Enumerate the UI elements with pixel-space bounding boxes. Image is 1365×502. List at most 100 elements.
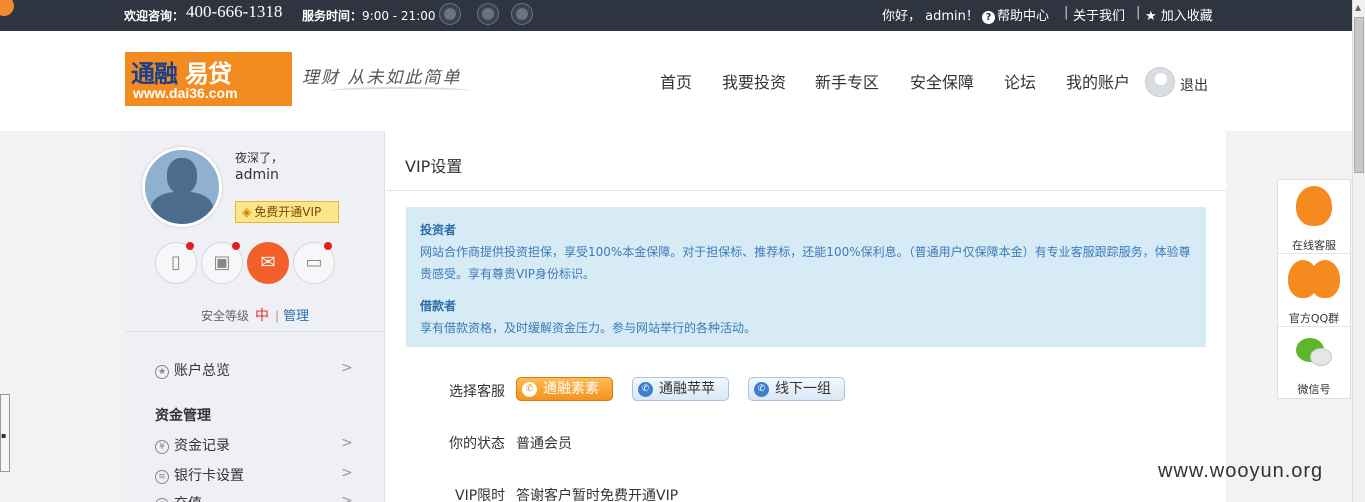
phone-icon: ✆ bbox=[522, 382, 537, 397]
watermark: www.wooyun.org bbox=[1158, 460, 1324, 482]
bookmark-link[interactable]: ★ 加入收藏 bbox=[1145, 5, 1213, 24]
site-logo[interactable]: 通融 易贷 www.dai36.com bbox=[125, 52, 292, 106]
service-option-label: 通融素素 bbox=[543, 381, 599, 397]
borrower-text: 享有借款资格，及时缓解资金压力。参与网站举行的各种活动。 bbox=[420, 321, 757, 335]
envelope-glyph: ✉ bbox=[260, 252, 276, 273]
sidebar-item-fund-records[interactable]: ¥ 资金记录 bbox=[155, 435, 230, 455]
borrower-heading: 借款者 bbox=[420, 299, 457, 313]
slogan-swoosh bbox=[330, 87, 470, 95]
corner-badge bbox=[0, 0, 14, 16]
star-icon: ★ bbox=[155, 365, 169, 379]
service-option-1[interactable]: ✆ 通融素素 bbox=[516, 377, 613, 401]
nav-my-account[interactable]: 我的账户 bbox=[1066, 69, 1130, 93]
sidebar-item-label: 账户总览 bbox=[174, 363, 230, 379]
chevron-right-icon: > bbox=[341, 435, 353, 451]
email-verify-icon[interactable]: ✉ bbox=[247, 242, 289, 284]
sidebar-item-label: 资金记录 bbox=[174, 438, 230, 454]
hotline-phone: 400-666-1318 bbox=[186, 2, 283, 21]
scroll-up-icon[interactable]: ▲ bbox=[1355, 3, 1361, 12]
nav-security[interactable]: 安全保障 bbox=[910, 69, 974, 93]
chevron-right-icon: > bbox=[341, 493, 353, 502]
vip-limit-value: 答谢客户暂时免费开通VIP bbox=[516, 488, 679, 502]
qq-group-icon-2[interactable] bbox=[1310, 260, 1340, 298]
service-select-label: 选择客服 bbox=[449, 384, 505, 400]
logo-text-part2: 易贷 bbox=[185, 60, 232, 88]
divider bbox=[1278, 253, 1350, 254]
page-scrollbar[interactable]: ▲ bbox=[1352, 0, 1365, 502]
nav-invest[interactable]: 我要投资 bbox=[722, 69, 786, 93]
question-icon: ? bbox=[982, 11, 995, 24]
vip-limit-label: VIP限时 bbox=[455, 488, 506, 502]
help-center-label: 帮助中心 bbox=[997, 9, 1050, 24]
wechat-link[interactable]: 微信号 bbox=[1278, 381, 1350, 397]
sidebar-section-funds: 资金管理 bbox=[155, 408, 211, 424]
account-sidebar: 夜深了， admin ◈ 免费开通VIP ▯ ▣ ✉ ▭ 安全等级中 | 管理 ★ 账户… bbox=[125, 131, 385, 502]
nav-home[interactable]: 首页 bbox=[660, 69, 692, 93]
tab-marker: ▪ bbox=[1, 431, 7, 440]
service-option-label: 线下一组 bbox=[775, 381, 831, 397]
investor-heading: 投资者 bbox=[420, 223, 457, 237]
top-bar: 欢迎咨询： 400-666-1318 服务时间：9:00 - 21:00 你好，… bbox=[0, 0, 1365, 31]
avatar[interactable] bbox=[142, 147, 222, 227]
card-icon: ≡ bbox=[155, 470, 169, 484]
sidebar-item-account-overview[interactable]: ★ 账户总览 bbox=[155, 360, 230, 380]
sidebar-item-label: 充值 bbox=[174, 496, 202, 502]
security-manage-link[interactable]: 管理 bbox=[283, 309, 309, 324]
service-hours-label: 服务时间： bbox=[302, 9, 363, 23]
user-avatar-icon[interactable] bbox=[1145, 67, 1175, 97]
chevron-right-icon: > bbox=[341, 465, 353, 481]
slogan: 理财 从未如此简单 bbox=[302, 68, 462, 88]
site-header: 通融 易贷 www.dai36.com 理财 从未如此简单 首页 我要投资 新手… bbox=[0, 31, 1352, 131]
help-center-link[interactable]: ? 帮助中心 bbox=[982, 5, 1049, 24]
separator: | bbox=[275, 309, 280, 323]
greeting: 夜深了， bbox=[235, 151, 284, 165]
vip-button-label: 免费开通VIP bbox=[254, 205, 322, 219]
service-hours: 服务时间：9:00 - 21:00 bbox=[302, 7, 436, 24]
phone-icon: ✆ bbox=[638, 382, 653, 397]
free-vip-button[interactable]: ◈ 免费开通VIP bbox=[235, 201, 339, 223]
logo-text-part1: 通融 bbox=[131, 60, 178, 88]
service-option-label: 通融苹苹 bbox=[659, 381, 715, 397]
service-hours-value: 9:00 - 21:00 bbox=[362, 9, 436, 23]
qq-group-link[interactable]: 官方QQ群 bbox=[1278, 310, 1350, 326]
id-verify-icon[interactable]: ▣ bbox=[201, 242, 243, 284]
avatar-body bbox=[151, 192, 213, 224]
bookmark-label: 加入收藏 bbox=[1160, 9, 1213, 24]
divider bbox=[125, 331, 384, 332]
online-service-link[interactable]: 在线客服 bbox=[1278, 237, 1350, 253]
alert-dot bbox=[232, 242, 240, 250]
wechat-icon[interactable] bbox=[439, 3, 461, 25]
user-greeting: 你好， admin！ bbox=[882, 9, 979, 24]
phone-verify-icon[interactable]: ▯ bbox=[155, 242, 197, 284]
service-option-3[interactable]: ✆ 线下一组 bbox=[748, 377, 845, 401]
vip-info-box: 投资者 网站合作商提供投资担保，享受100%本金保障。对于担保标、推荐标，还能1… bbox=[406, 207, 1206, 347]
nav-forum[interactable]: 论坛 bbox=[1004, 69, 1036, 93]
phone-icon: ✆ bbox=[754, 382, 769, 397]
weibo-icon[interactable] bbox=[477, 3, 499, 25]
sidebar-item-recharge[interactable]: + 充值 bbox=[155, 493, 202, 502]
separator: | bbox=[1136, 5, 1141, 20]
logo-url: www.dai36.com bbox=[133, 85, 238, 101]
nav-newbie[interactable]: 新手专区 bbox=[815, 69, 879, 93]
status-value: 普通会员 bbox=[516, 436, 572, 452]
about-us-link[interactable]: 关于我们 bbox=[1073, 5, 1125, 24]
logout-link[interactable]: 退出 bbox=[1180, 75, 1208, 95]
service-option-2[interactable]: ✆ 通融苹苹 bbox=[632, 377, 729, 401]
qq-icon[interactable] bbox=[511, 3, 533, 25]
alert-dot bbox=[324, 242, 332, 250]
bank-card-icon[interactable]: ▭ bbox=[293, 242, 335, 284]
left-edge-tab[interactable]: ▪ bbox=[0, 394, 10, 472]
main-panel: 夜深了， admin ◈ 免费开通VIP ▯ ▣ ✉ ▭ 安全等级中 | 管理 ★ 账户… bbox=[125, 131, 1226, 502]
divider bbox=[1278, 326, 1350, 327]
username: admin bbox=[235, 167, 279, 183]
star-icon: ★ bbox=[1145, 9, 1161, 24]
sidebar-item-bank-card[interactable]: ≡ 银行卡设置 bbox=[155, 465, 244, 485]
page-title: VIP设置 bbox=[405, 157, 463, 176]
qq-penguin-icon[interactable] bbox=[1296, 186, 1332, 226]
divider bbox=[386, 190, 1226, 191]
avatar-head bbox=[167, 158, 197, 194]
scroll-thumb[interactable] bbox=[1354, 17, 1364, 173]
security-level: 安全等级中 | 管理 bbox=[201, 305, 309, 325]
sidebar-item-label: 银行卡设置 bbox=[174, 468, 244, 484]
security-level-value: 中 bbox=[255, 308, 270, 324]
